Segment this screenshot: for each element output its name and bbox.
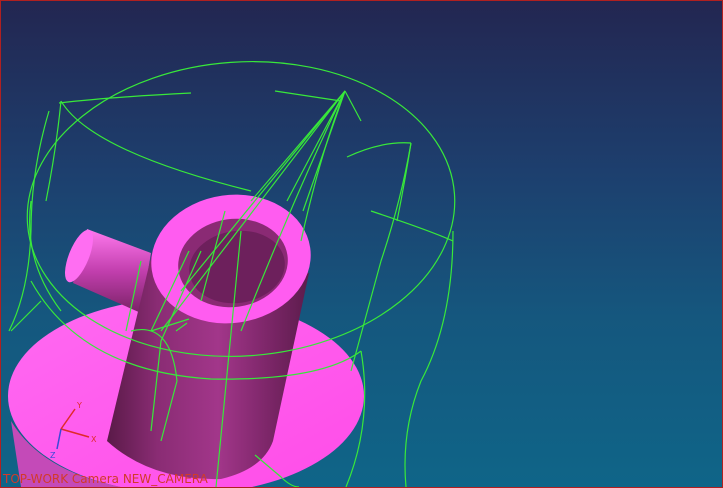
triad-z-label: Z	[50, 451, 56, 460]
triad-y-label: Y	[76, 401, 82, 410]
graphics-viewport[interactable]: X Y Z TOP-WORK Camera NEW_CAMERA	[0, 0, 723, 488]
3d-scene[interactable]: X Y Z	[1, 1, 722, 487]
side-boss[interactable]	[59, 226, 151, 313]
triad-x-label: X	[91, 435, 97, 444]
viewport-status-label: TOP-WORK Camera NEW_CAMERA	[3, 472, 208, 486]
